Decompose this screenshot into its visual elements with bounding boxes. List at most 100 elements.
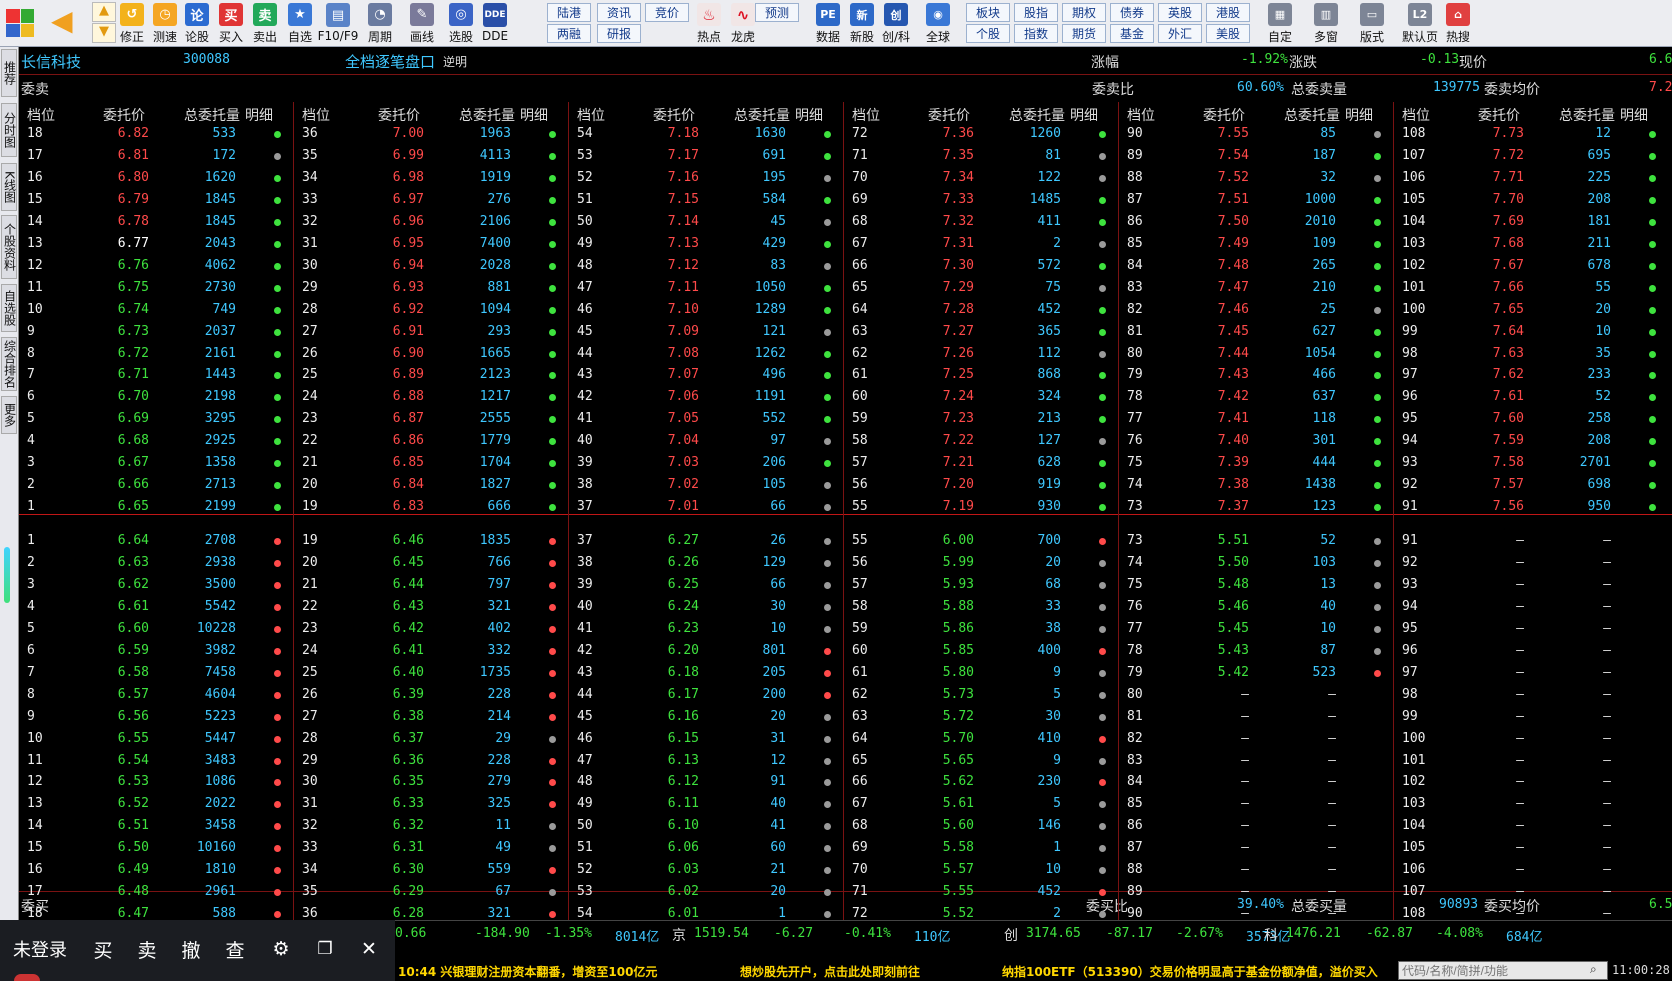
toolbar-button-3[interactable]: 买买入: [216, 1, 246, 45]
detail-dot-gray[interactable]: [824, 757, 831, 765]
view-suffix[interactable]: 逆明: [443, 53, 467, 70]
detail-dot-gray[interactable]: [1099, 581, 1106, 589]
toolbar-button-2[interactable]: 论论股: [182, 1, 212, 45]
cancel-order-button[interactable]: 撤: [176, 934, 206, 964]
market-button-9[interactable]: 外汇: [1158, 24, 1202, 43]
detail-dot-red[interactable]: [824, 647, 831, 655]
detail-dot-gray[interactable]: [1374, 559, 1381, 567]
market-button-10[interactable]: 港股: [1206, 3, 1250, 22]
small-button-2[interactable]: 资讯: [597, 3, 641, 22]
detail-dot-green[interactable]: [274, 284, 281, 292]
news-item-0[interactable]: 10:44 兴银理财注册资本翻番，增资至100亿元: [398, 963, 657, 980]
detail-dot-gray[interactable]: [1099, 559, 1106, 567]
detail-dot-green[interactable]: [1649, 240, 1656, 248]
detail-dot-red[interactable]: [549, 581, 556, 589]
detail-dot-gray[interactable]: [1099, 625, 1106, 633]
sidebar-item-2[interactable]: K线图: [1, 163, 17, 211]
far-right-button-1[interactable]: ▥ 多窗: [1306, 1, 1346, 45]
toolbar-button-4[interactable]: 卖卖出: [250, 1, 280, 45]
detail-dot-gray[interactable]: [1099, 240, 1106, 248]
detail-dot-green[interactable]: [274, 218, 281, 226]
market-button-11[interactable]: 美股: [1206, 24, 1250, 43]
sidebar-item-3[interactable]: 个股资料: [1, 215, 17, 279]
detail-dot-green[interactable]: [1374, 240, 1381, 248]
detail-dot-green[interactable]: [824, 240, 831, 248]
detail-dot-green[interactable]: [549, 174, 556, 182]
detail-dot-gray[interactable]: [1374, 603, 1381, 611]
detail-dot-red[interactable]: [549, 625, 556, 633]
detail-dot-green[interactable]: [274, 196, 281, 204]
detail-dot-red[interactable]: [274, 669, 281, 677]
app-logo[interactable]: [4, 1, 36, 45]
detail-dot-gray[interactable]: [1374, 131, 1381, 138]
detail-dot-red[interactable]: [549, 757, 556, 765]
detail-dot-green[interactable]: [824, 152, 831, 160]
detail-dot-red[interactable]: [549, 691, 556, 699]
detail-dot-gray[interactable]: [824, 713, 831, 721]
toolbar-button-1[interactable]: ◷ 测速: [150, 1, 180, 45]
market-button-1[interactable]: 个股: [966, 24, 1010, 43]
detail-dot-red[interactable]: [549, 713, 556, 721]
stock-name[interactable]: 长信科技: [21, 51, 81, 72]
sell-button[interactable]: 卖: [132, 934, 162, 964]
detail-dot-green[interactable]: [1099, 196, 1106, 204]
detail-dot-green[interactable]: [549, 218, 556, 226]
detail-dot-green[interactable]: [1374, 262, 1381, 270]
detail-dot-green[interactable]: [1099, 328, 1106, 336]
detail-dot-green[interactable]: [824, 306, 831, 314]
detail-dot-gray[interactable]: [824, 218, 831, 226]
detail-dot-green[interactable]: [824, 131, 831, 138]
detail-dot-green[interactable]: [549, 152, 556, 160]
detail-dot-red[interactable]: [274, 559, 281, 567]
search-input[interactable]: [1398, 961, 1608, 980]
sidebar-item-6[interactable]: 更多: [1, 396, 17, 434]
detail-dot-gray[interactable]: [824, 262, 831, 270]
small-button-0[interactable]: 陆港: [547, 3, 591, 22]
detail-dot-red[interactable]: [1099, 735, 1106, 743]
detail-dot-green[interactable]: [549, 284, 556, 292]
detail-dot-gray[interactable]: [1374, 306, 1381, 314]
detail-dot-gray[interactable]: [1099, 603, 1106, 611]
toolbar-button-5[interactable]: ★ 自选: [284, 1, 316, 45]
market-button-3[interactable]: 指数: [1014, 24, 1058, 43]
close-icon[interactable]: ✕: [354, 934, 384, 964]
detail-dot-green[interactable]: [1649, 350, 1656, 358]
detail-dot-red[interactable]: [274, 647, 281, 655]
detail-dot-red[interactable]: [1374, 669, 1381, 677]
detail-dot-gray[interactable]: [824, 625, 831, 633]
detail-dot-green[interactable]: [549, 196, 556, 204]
detail-dot-gray[interactable]: [1099, 713, 1106, 721]
detail-dot-red[interactable]: [274, 581, 281, 589]
far-right-button-2[interactable]: ▭ 版式: [1352, 1, 1392, 45]
detail-dot-green[interactable]: [549, 328, 556, 336]
search-icon[interactable]: ⌕: [1590, 962, 1597, 977]
detail-dot-gray[interactable]: [1099, 174, 1106, 182]
detail-dot-gray[interactable]: [824, 559, 831, 567]
back-button[interactable]: ◀: [48, 1, 86, 45]
restore-window-icon[interactable]: ❐: [310, 934, 340, 964]
news-item-2[interactable]: 纳指100ETF（513390）交易价格明显高于基金份额净值，溢价买入: [1002, 963, 1378, 980]
detail-dot-green[interactable]: [1649, 196, 1656, 204]
detail-dot-gray[interactable]: [1099, 691, 1106, 699]
market-button-8[interactable]: 英股: [1158, 3, 1202, 22]
detail-dot-gray[interactable]: [824, 603, 831, 611]
detail-dot-green[interactable]: [824, 350, 831, 358]
detail-dot-green[interactable]: [1099, 131, 1106, 138]
detail-dot-red[interactable]: [274, 713, 281, 721]
market-button-5[interactable]: 期货: [1062, 24, 1106, 43]
detail-dot-green[interactable]: [549, 131, 556, 138]
market-button-7[interactable]: 基金: [1110, 24, 1154, 43]
detail-dot-green[interactable]: [1374, 196, 1381, 204]
detail-dot-green[interactable]: [1374, 284, 1381, 292]
settings-icon[interactable]: ⚙: [266, 934, 296, 964]
detail-dot-red[interactable]: [549, 669, 556, 677]
detail-dot-green[interactable]: [1374, 328, 1381, 336]
login-status[interactable]: 未登录: [8, 934, 72, 964]
detail-dot-green[interactable]: [1649, 262, 1656, 270]
detail-dot-green[interactable]: [549, 262, 556, 270]
sidebar-item-1[interactable]: 分时图: [1, 103, 17, 157]
small-button-3[interactable]: 研报: [597, 24, 641, 43]
detail-dot-green[interactable]: [274, 174, 281, 182]
toolbar-button-10[interactable]: DDE DDE: [480, 1, 510, 45]
sidebar-item-5[interactable]: 综合排名: [1, 337, 17, 391]
